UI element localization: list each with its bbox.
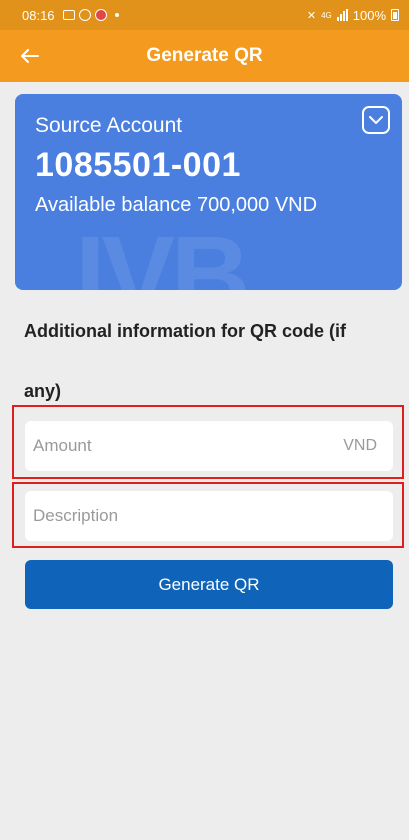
status-bar: 08:16 ✕ 4G 100% [0,0,409,30]
generate-qr-label: Generate QR [158,574,260,594]
amount-placeholder: Amount [33,436,92,455]
chevron-down-icon [369,115,383,124]
available-balance: Available balance 700,000 VND [35,194,318,216]
generate-qr-button[interactable]: Generate QR [25,560,393,609]
gallery-icon [62,10,75,20]
status-time: 08:16 [22,7,55,23]
bank-logo-watermark: IVB [75,214,250,290]
page-title: Generate QR [146,45,263,66]
app-notification-icon [94,9,107,21]
signal-icon [336,9,348,21]
amount-input[interactable]: Amount VND [25,421,393,471]
battery-percent: 100% [352,7,386,23]
currency-unit: VND [343,437,377,454]
mute-icon: ✕ [306,9,317,22]
source-account-card: IVB Source Account 1085501-001 Available… [15,94,402,290]
section-title-continued: any) [24,381,62,401]
network-type: 4G [321,10,332,20]
description-input[interactable]: Description [25,491,393,541]
arrow-left-icon [21,49,39,63]
chat-icon [78,9,91,21]
source-account-label: Source Account [35,114,183,137]
account-dropdown-button[interactable] [362,106,390,134]
notification-icons [62,9,119,21]
back-button[interactable] [14,40,46,72]
status-right: ✕ 4G 100% [307,8,399,23]
section-title: Additional information for QR code (if [24,321,346,341]
app-bar: Generate QR [0,30,409,82]
account-number: 1085501-001 [35,146,241,184]
battery-icon [391,9,399,21]
more-notifications-icon [114,13,119,17]
description-placeholder: Description [33,506,119,525]
